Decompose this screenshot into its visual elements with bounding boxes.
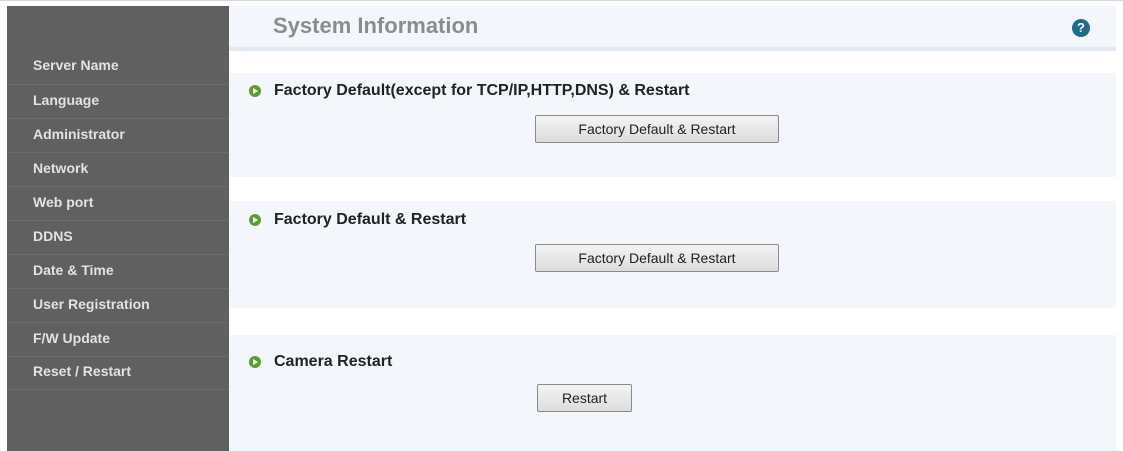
sidebar-item-date-time[interactable]: Date & Time [7,254,229,288]
factory-default-except-network-section: Factory Default(except for TCP/IP,HTTP,D… [229,73,1116,177]
sidebar-item-label: Date & Time [33,261,114,278]
section-title-text: Factory Default & Restart [274,211,467,228]
restart-button[interactable]: Restart [537,384,632,412]
main-content: System Information ? Factory Default(exc… [229,6,1116,451]
factory-default-section: Factory Default & Restart Factory Defaul… [229,201,1116,308]
sidebar-item-label: User Registration [33,295,150,312]
sidebar-item-label: Language [33,91,100,108]
camera-restart-section: Camera Restart Restart [229,335,1116,451]
arrow-bullet-icon [249,85,261,97]
sidebar-item-label: Administrator [33,125,125,142]
arrow-bullet-icon [249,214,261,226]
factory-default-restart-button[interactable]: Factory Default & Restart [535,244,779,272]
sidebar-item-web-port[interactable]: Web port [7,186,229,220]
section-title-text: Factory Default(except for TCP/IP,HTTP,D… [274,82,690,99]
sidebar-item-label: Network [33,159,89,176]
arrow-bullet-icon [249,356,261,368]
sidebar-item-label: Reset / Restart [33,363,132,379]
section-title: Factory Default(except for TCP/IP,HTTP,D… [249,82,690,100]
page-header: System Information ? [229,6,1116,51]
sidebar-item-network[interactable]: Network [7,152,229,186]
help-icon[interactable]: ? [1072,19,1090,37]
sidebar-item-administrator[interactable]: Administrator [7,118,229,152]
sidebar: Server Name Language Administrator Netwo… [7,6,229,451]
sidebar-item-ddns[interactable]: DDNS [7,220,229,254]
sidebar-item-label: Server Name [33,57,119,73]
sidebar-item-fw-update[interactable]: F/W Update [7,322,229,356]
sidebar-menu: Server Name Language Administrator Netwo… [7,50,229,390]
sidebar-item-label: F/W Update [33,329,110,346]
sidebar-item-label: Web port [33,193,94,210]
factory-default-restart-partial-button[interactable]: Factory Default & Restart [535,115,779,143]
sidebar-item-user-registration[interactable]: User Registration [7,288,229,322]
page-title: System Information [273,13,479,38]
section-title: Camera Restart [249,353,392,371]
sidebar-item-server-name[interactable]: Server Name [7,50,229,84]
sidebar-item-reset-restart[interactable]: Reset / Restart [7,356,229,390]
section-title-text: Camera Restart [274,353,393,370]
section-title: Factory Default & Restart [249,211,466,229]
sidebar-item-label: DDNS [33,227,73,244]
sidebar-item-language[interactable]: Language [7,84,229,118]
